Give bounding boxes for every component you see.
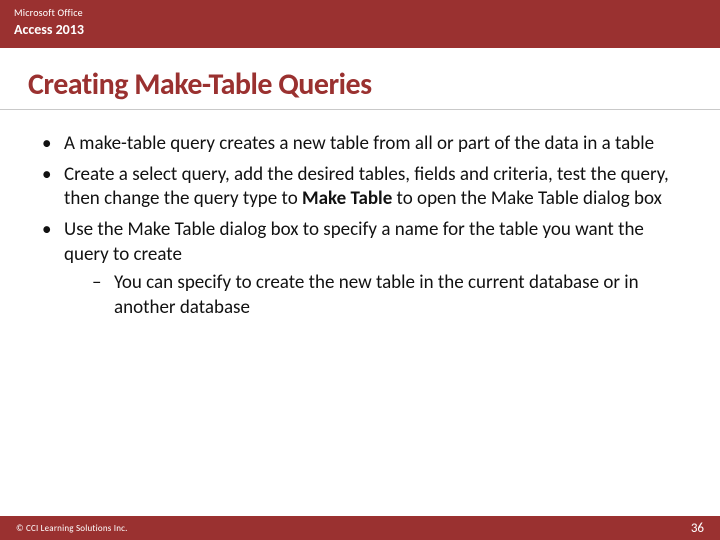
sub-bullet-text: You can specify to create the new table … — [114, 271, 639, 319]
list-item: Use the Make Table dialog box to specify… — [42, 218, 678, 321]
page-number: 36 — [691, 521, 704, 536]
sub-bullet-list: You can specify to create the new table … — [64, 271, 678, 320]
slide: Microsoft Office Access 2013 Creating Ma… — [0, 0, 720, 540]
bullet-text: to open the Make Table dialog box — [392, 187, 662, 210]
bullet-text: A make-table query creates a new table f… — [64, 132, 654, 155]
slide-title: Creating Make-Table Queries — [28, 66, 692, 103]
copyright-text: © CCI Learning Solutions Inc. — [16, 523, 128, 534]
list-item: You can specify to create the new table … — [64, 271, 678, 320]
slide-body: A make-table query creates a new table f… — [0, 110, 720, 516]
list-item: Create a select query, add the desired t… — [42, 163, 678, 212]
list-item: A make-table query creates a new table f… — [42, 132, 678, 157]
brand-text: Microsoft Office — [14, 6, 706, 19]
product-text: Access 2013 — [14, 21, 706, 38]
slide-footer: © CCI Learning Solutions Inc. 36 — [0, 516, 720, 540]
bullet-bold: Make Table — [302, 187, 392, 210]
bullet-list: A make-table query creates a new table f… — [42, 132, 678, 321]
slide-header: Microsoft Office Access 2013 — [0, 0, 720, 48]
bullet-text: Use the Make Table dialog box to specify… — [64, 218, 644, 266]
title-container: Creating Make-Table Queries — [0, 48, 720, 110]
